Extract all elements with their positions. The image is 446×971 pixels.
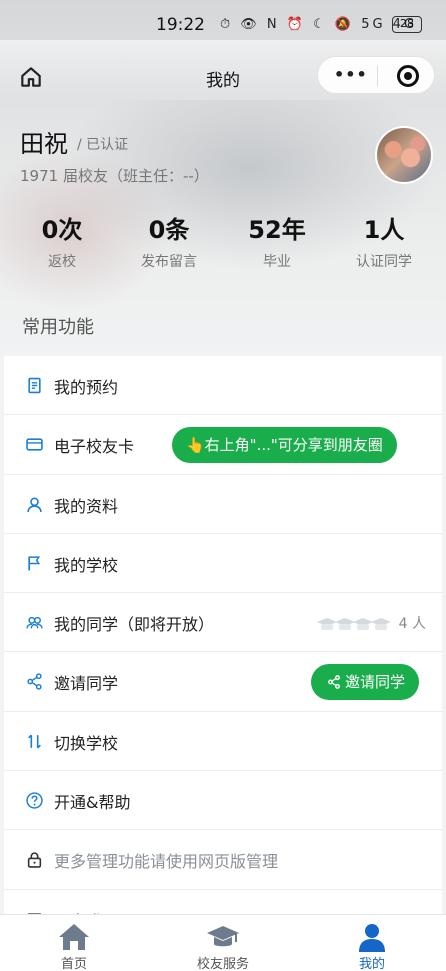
tab-bar: 首页 校友服务 我的 — [0, 914, 446, 971]
stat-returns[interactable]: 0次 返校 — [7, 210, 117, 271]
menu-item-classmates[interactable]: 我的同学（即将开放） 4 人 — [4, 593, 442, 653]
menu-item-invite[interactable]: 邀请同学 邀请同学 — [4, 652, 442, 712]
share-hint-label: 👆右上角"..."可分享到朋友圈 — [186, 436, 383, 455]
stat-graduated[interactable]: 52年 毕业 — [222, 210, 332, 271]
menu-item-label: 开通&帮助 — [54, 793, 131, 813]
share-icon — [27, 673, 42, 691]
share-icon — [328, 675, 340, 690]
classmates-icon — [26, 617, 43, 629]
stat-verified-classmates[interactable]: 1人 认证同学 — [329, 210, 439, 271]
menu-item-reservations[interactable]: 我的预约 — [4, 356, 442, 416]
battery-icon: 28 — [392, 16, 422, 33]
tab-home[interactable]: 首页 — [14, 915, 134, 971]
verified-badge: / 已认证 — [77, 137, 129, 153]
tab-mine[interactable]: 我的 — [312, 915, 432, 971]
reservation-icon — [28, 377, 41, 394]
stat-value: 52年 — [248, 216, 306, 244]
stats-row: 0次 返校 0条 发布留言 52年 毕业 1人 认证同学 — [0, 210, 446, 270]
menu-item-label: 电子校友卡 — [54, 437, 135, 457]
classmate-count: 4 人 — [316, 613, 426, 633]
tab-alumni-services[interactable]: 校友服务 — [163, 915, 283, 971]
menu-item-web-admin[interactable]: 更多管理功能请使用网页版管理 — [4, 830, 442, 890]
invite-classmates-button[interactable]: 邀请同学 — [311, 664, 420, 701]
classmate-count-label: 4 人 — [398, 616, 426, 633]
nav-bar: 我的 ••• — [0, 54, 446, 98]
more-button[interactable]: ••• — [334, 67, 368, 83]
menu-item-school[interactable]: 我的学校 — [4, 534, 442, 594]
user-name: 田祝 — [20, 130, 68, 158]
menu-item-label: 我的学校 — [54, 555, 119, 575]
stat-value: 0条 — [148, 216, 190, 244]
card-icon — [26, 438, 43, 451]
help-icon — [26, 792, 43, 809]
menu-item-label: 更多管理功能请使用网页版管理 — [54, 852, 279, 872]
tab-label: 我的 — [358, 957, 385, 971]
stat-label: 发布留言 — [141, 254, 197, 270]
menu-item-label: 邀请同学 — [54, 674, 119, 694]
tab-label: 首页 — [60, 957, 87, 971]
stat-label: 毕业 — [263, 254, 291, 270]
section-title: 常用功能 — [22, 317, 94, 338]
stat-label: 返校 — [48, 254, 76, 270]
menu-item-profile[interactable]: 我的资料 — [4, 475, 442, 534]
menu-item-label: 我的同学（即将开放） — [54, 615, 215, 635]
menu-item-label: 我的资料 — [54, 496, 119, 516]
menu-item-alumni-card[interactable]: 电子校友卡 👆右上角"..."可分享到朋友圈 — [4, 415, 442, 475]
share-hint-button[interactable]: 👆右上角"..."可分享到朋友圈 — [172, 427, 397, 464]
status-time: 19:22 — [156, 15, 205, 35]
flag-icon — [28, 556, 41, 571]
close-miniprogram-button[interactable] — [397, 65, 419, 87]
tab-label: 校友服务 — [196, 957, 249, 971]
menu-item-help[interactable]: 开通&帮助 — [4, 771, 442, 831]
menu-item-label: 切换学校 — [54, 733, 119, 753]
user-icon — [27, 497, 42, 512]
stat-value: 1人 — [363, 216, 405, 244]
stat-messages[interactable]: 0条 发布留言 — [114, 210, 224, 271]
graduation-cap-icon — [207, 926, 239, 947]
status-icons: ⏱ 👁 N ⏰ ☾ 🔕 5G 4G — [220, 17, 418, 32]
switch-icon — [28, 734, 41, 749]
status-bar: 19:22 ⏱ 👁 N ⏰ ☾ 🔕 5G 4G 28 — [0, 0, 446, 50]
class-info: 1971 届校友（班主任：--） — [20, 167, 209, 185]
invite-button-label: 邀请同学 — [345, 673, 406, 692]
home-icon — [59, 924, 89, 950]
graduation-caps-icon — [316, 618, 391, 631]
miniprogram-capsule: ••• — [317, 56, 435, 94]
stat-value: 0次 — [41, 216, 83, 244]
profile-icon — [359, 924, 385, 952]
menu-item-switch-school[interactable]: 切换学校 — [4, 712, 442, 772]
lock-icon — [27, 852, 42, 869]
menu-item-label: 我的预约 — [54, 378, 119, 397]
function-menu: 我的预约 电子校友卡 👆右上角"..."可分享到朋友圈 我的资料 我的学校 我的… — [4, 356, 442, 949]
avatar[interactable] — [375, 126, 433, 184]
stat-label: 认证同学 — [356, 254, 412, 270]
